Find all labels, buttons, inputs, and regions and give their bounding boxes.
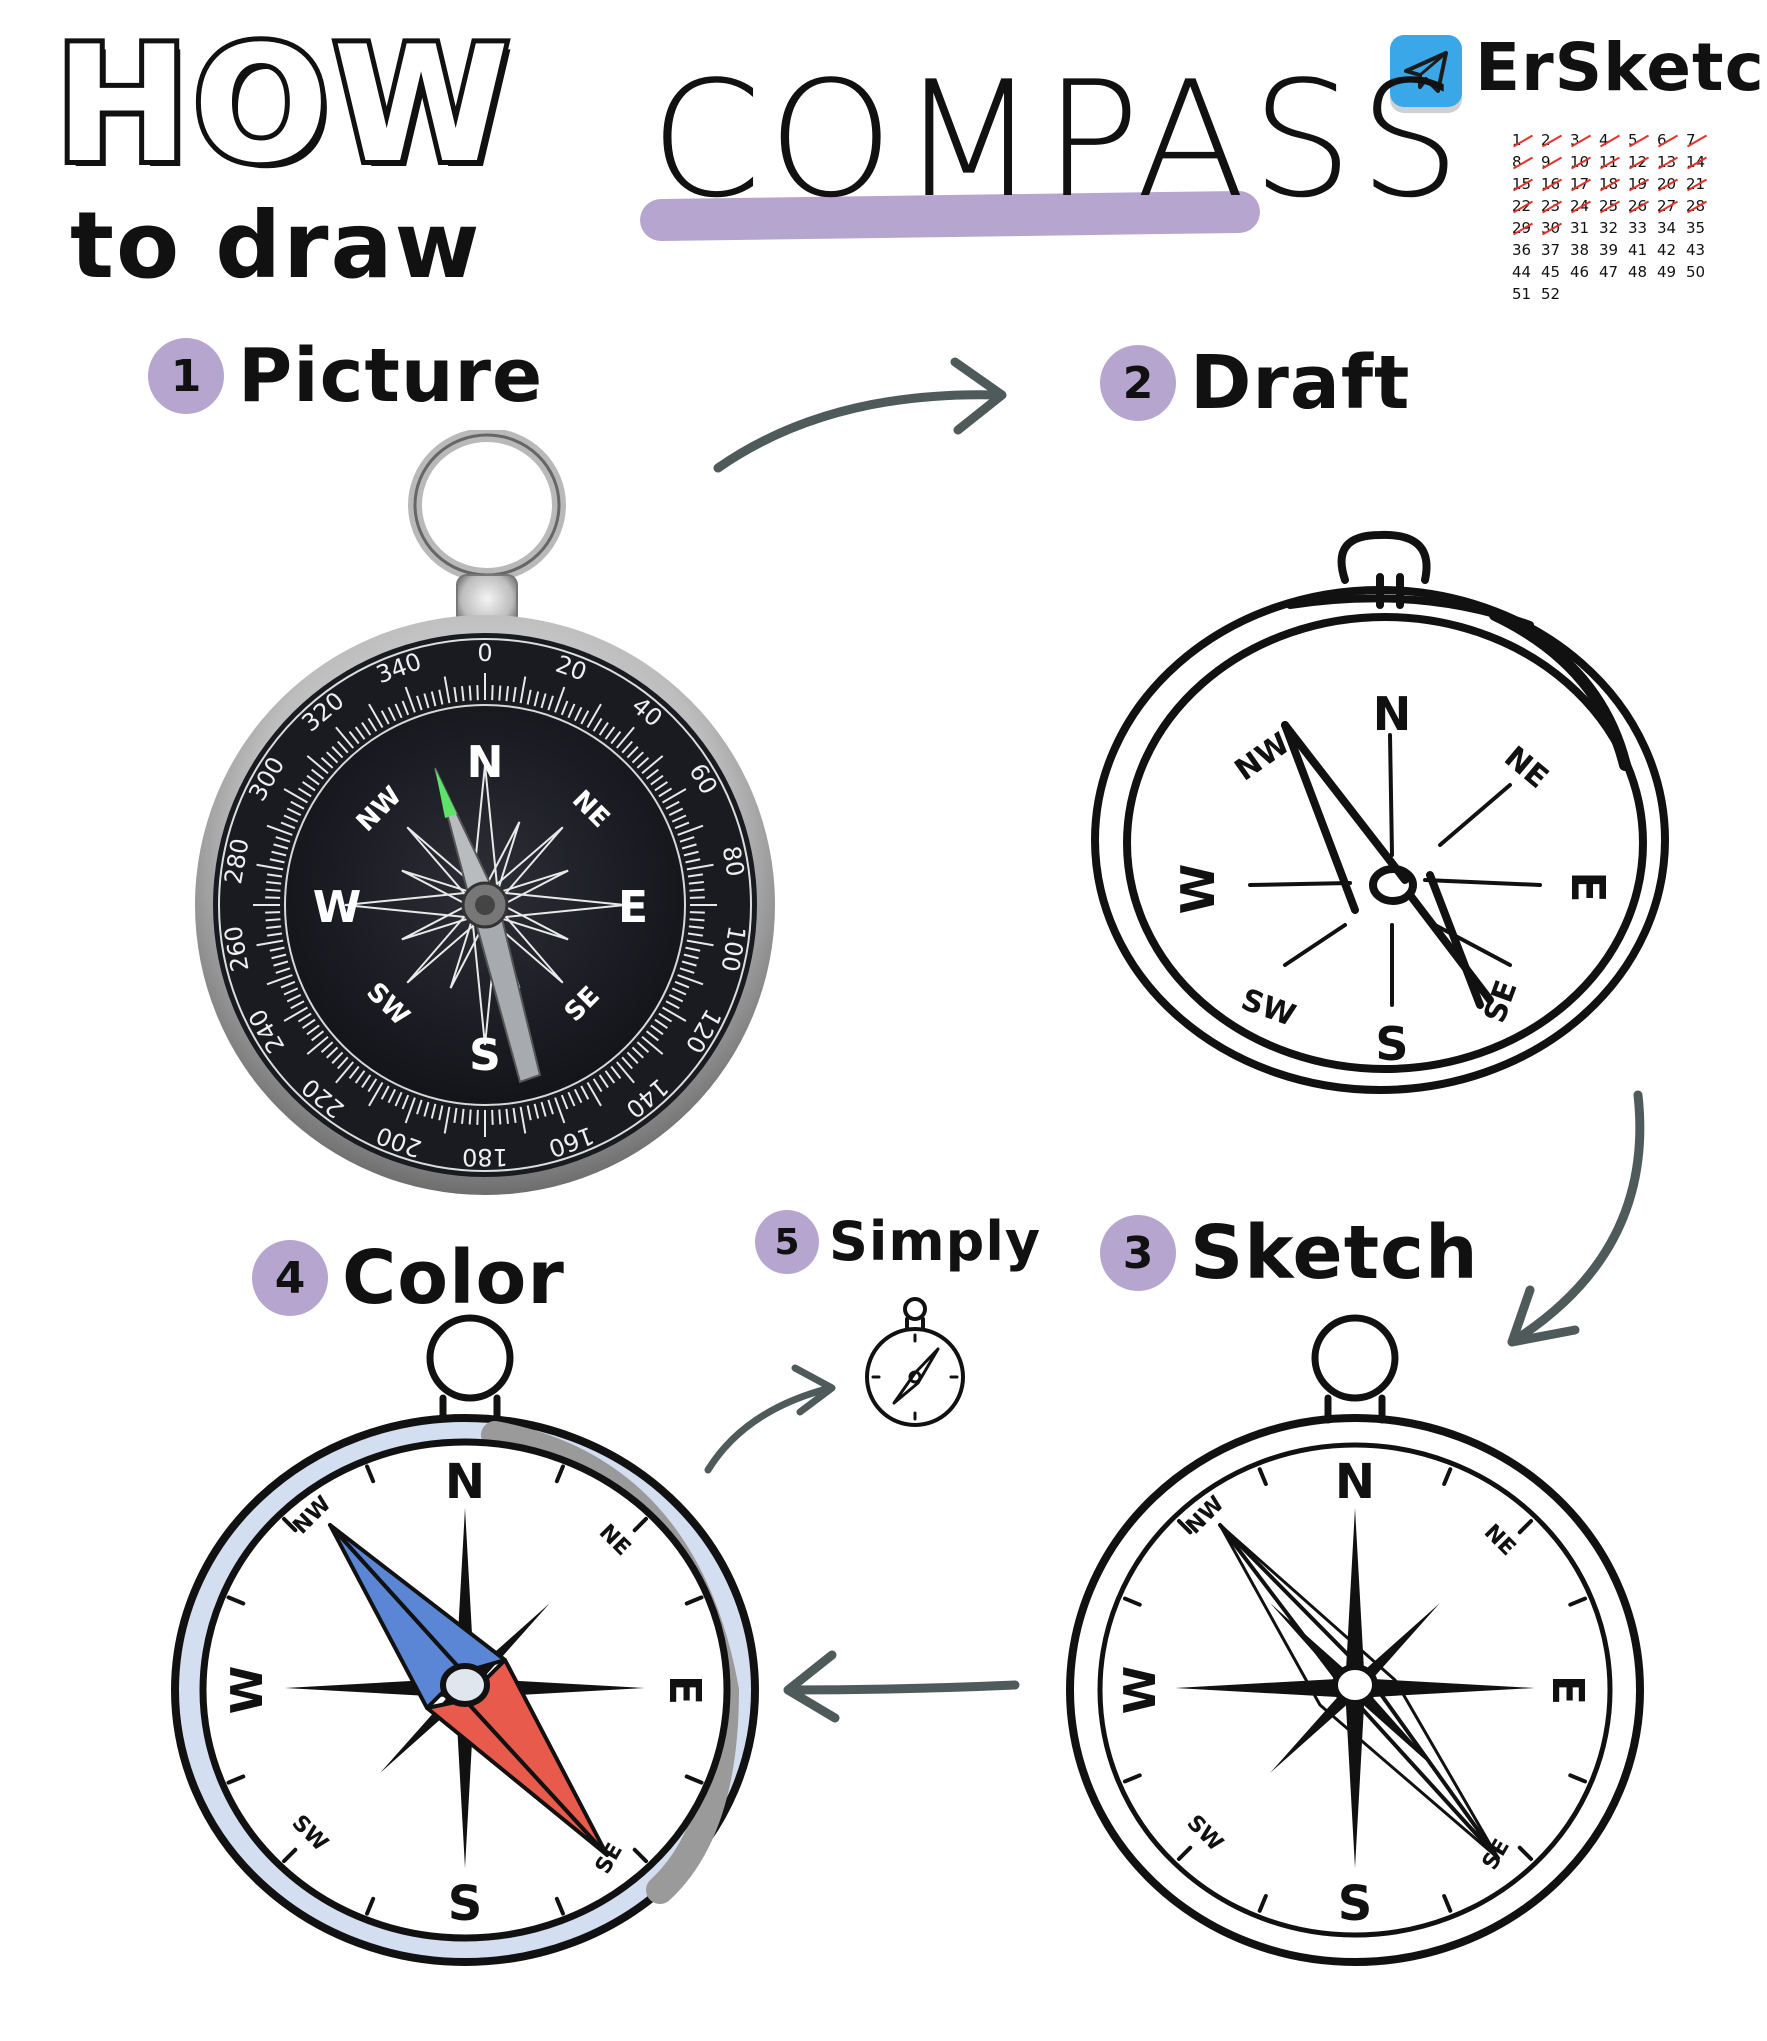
degree-label: 0 (477, 639, 492, 667)
west-label: W (222, 1666, 273, 1715)
south-label: S (1338, 1876, 1373, 1932)
degree-label: 180 (462, 1143, 508, 1171)
bezel-tick (468, 685, 472, 701)
sketch-ring (1311, 1314, 1399, 1402)
bezel-tick (689, 911, 705, 914)
rim-tick (1122, 1773, 1142, 1784)
page-title: COMPASS (650, 46, 1467, 233)
bezel-tick (491, 1109, 494, 1125)
draft-compass: N S E W NE SE SW NW (1091, 530, 1669, 1094)
bezel-tick (265, 911, 281, 914)
sketch-compass: N S E W NE SE SW NW (1066, 1314, 1644, 1966)
bezel-tick (689, 918, 705, 922)
rose-point (1345, 1508, 1365, 1688)
northeast-label: NE (1479, 1520, 1520, 1561)
bezel-tick (265, 896, 281, 899)
bezel-tick (476, 1109, 479, 1125)
north-label: N (445, 1454, 485, 1510)
photo-compass: 0 204060801001201401601802002202402602803… (195, 430, 775, 1195)
arrow-draft-to-sketch (1510, 1090, 1645, 1345)
color-compass: N S E W NE SE SW NW (171, 1314, 759, 1966)
simple-compass (865, 1297, 965, 1427)
bezel-tick (265, 918, 281, 922)
rim-tick (1257, 1894, 1268, 1913)
rim-tick (1442, 1467, 1453, 1486)
rim-tick (1442, 1894, 1453, 1913)
west-label: W (313, 882, 362, 933)
east-label: E (618, 882, 648, 933)
rim-tick (1257, 1467, 1268, 1486)
bezel-tick (689, 896, 705, 899)
bezel-tick (265, 888, 281, 892)
rose-point (1175, 1678, 1355, 1698)
draft-inner-rim (1123, 613, 1647, 1073)
southwest-label: SW (1237, 982, 1300, 1034)
rim-tick (1568, 1596, 1588, 1607)
east-label: E (1561, 871, 1615, 902)
degree-label: 80 (717, 844, 750, 879)
arrow-sketch-to-color (785, 1680, 1020, 1695)
east-label: E (1542, 1675, 1593, 1705)
rim-tick (1122, 1596, 1142, 1607)
bezel-tick (498, 1109, 502, 1125)
bezel-tick (476, 685, 479, 701)
rim-tick (1568, 1773, 1588, 1784)
north-label: N (467, 737, 504, 788)
rose-point (1345, 1688, 1365, 1868)
bezel-tick (491, 685, 494, 701)
bezel-tick (468, 1109, 472, 1125)
draft-crown (1337, 530, 1431, 584)
west-label: W (1115, 1666, 1166, 1715)
east-label: E (659, 1675, 710, 1705)
north-label: N (1373, 687, 1412, 741)
color-ring (426, 1314, 514, 1402)
bezel-tick (689, 888, 705, 892)
south-label: S (1375, 1017, 1408, 1071)
north-label: N (1335, 1454, 1375, 1510)
south-label: S (448, 1876, 483, 1932)
west-label: W (1171, 864, 1225, 915)
south-label: S (469, 1030, 501, 1081)
rose-point (1355, 1678, 1535, 1698)
draft-outer-rim (1091, 586, 1669, 1094)
southeast-label: SE (1477, 976, 1524, 1028)
rim-tick (1517, 1845, 1534, 1861)
rim-tick (1176, 1845, 1193, 1861)
bezel-tick (498, 685, 502, 701)
rim-tick (1517, 1519, 1534, 1535)
